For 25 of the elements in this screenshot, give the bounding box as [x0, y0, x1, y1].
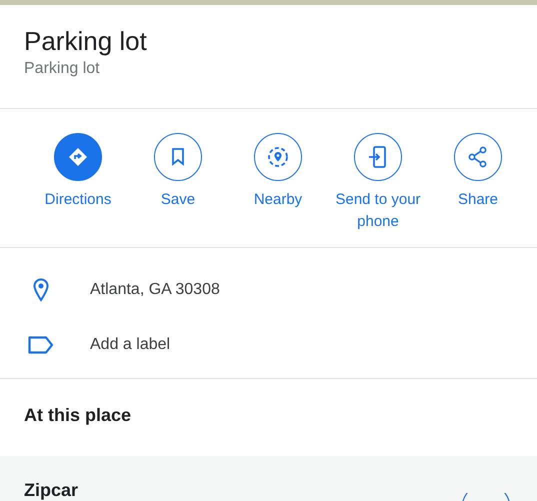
- action-button[interactable]: Nearby: [228, 133, 328, 247]
- share-icon: [468, 146, 488, 168]
- label-icon: [28, 336, 54, 354]
- bookmark-icon: [171, 148, 185, 166]
- action-button[interactable]: Share: [428, 133, 528, 247]
- action-label: Directions: [44, 190, 112, 210]
- info-text[interactable]: Atlanta, GA 30308: [90, 280, 220, 298]
- send-to-phone-icon: [368, 146, 388, 168]
- action-label: Nearby: [254, 190, 302, 210]
- place-name: Zipcar: [24, 480, 78, 501]
- location-pin-icon: [33, 278, 49, 302]
- action-label: Send to your phone: [334, 190, 422, 232]
- nearby-icon: [267, 146, 289, 168]
- section-heading: At this place: [23, 404, 132, 427]
- action-button[interactable]: Directions: [28, 133, 128, 247]
- action-label: Save: [160, 190, 196, 210]
- place-category: Parking lot: [24, 60, 101, 78]
- circle-outline-icon: [461, 493, 511, 501]
- place-row[interactable]: Zipcar: [0, 456, 537, 501]
- action-label: Share: [458, 190, 498, 210]
- directions-icon: [68, 147, 88, 167]
- info-text[interactable]: Add a label: [90, 336, 170, 354]
- place-title: Parking lot: [24, 25, 148, 57]
- action-button[interactable]: Save: [128, 133, 228, 247]
- action-button[interactable]: Send to your phone: [328, 133, 428, 247]
